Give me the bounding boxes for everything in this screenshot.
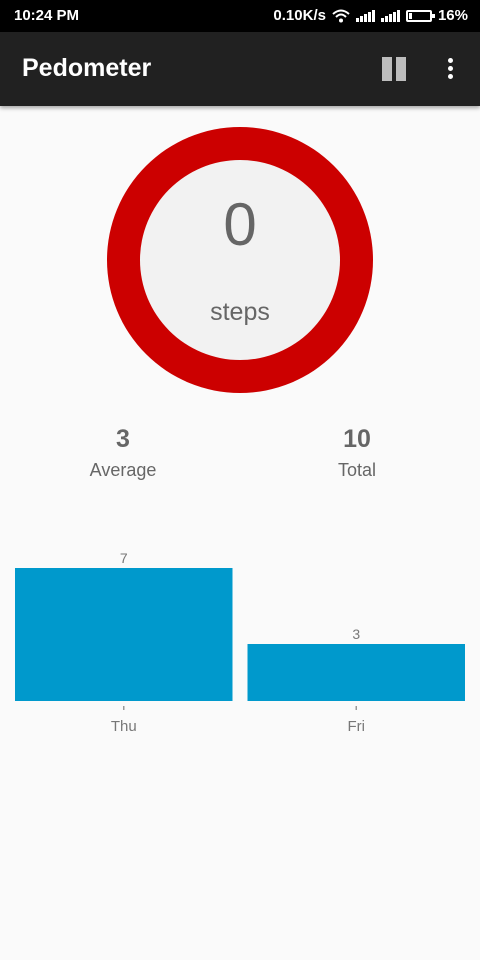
battery-icon bbox=[405, 9, 435, 22]
daily-steps-chart: 7 Thu 3 Fri bbox=[15, 550, 465, 735]
bar-value-label: 7 bbox=[120, 550, 128, 566]
signal-icon bbox=[355, 9, 375, 22]
bar-fri bbox=[247, 644, 465, 701]
average-stat: 3 Average bbox=[23, 425, 223, 481]
steps-ring-center: 0 steps bbox=[140, 160, 340, 360]
x-tick-label: Fri bbox=[348, 718, 366, 735]
pause-icon[interactable] bbox=[376, 54, 412, 84]
x-tick-label: Thu bbox=[111, 718, 137, 735]
wifi-icon bbox=[332, 9, 350, 22]
battery-percent: 16% bbox=[437, 7, 468, 24]
app-title: Pedometer bbox=[22, 54, 152, 82]
more-vert-icon[interactable] bbox=[436, 52, 464, 86]
steps-unit: steps bbox=[210, 298, 270, 326]
status-icons: 0.10K/s 16% bbox=[273, 7, 468, 24]
signal-icon bbox=[380, 9, 400, 22]
status-time: 10:24 PM bbox=[14, 7, 80, 24]
total-stat: 10 Total bbox=[257, 425, 457, 481]
average-value: 3 bbox=[116, 425, 130, 453]
steps-ring: 0 steps bbox=[107, 127, 373, 393]
status-bar: 10:24 PM 0.10K/s 16% bbox=[0, 0, 480, 32]
steps-count: 0 bbox=[223, 191, 257, 258]
average-label: Average bbox=[89, 460, 157, 480]
total-label: Total bbox=[337, 460, 377, 480]
bar-thu bbox=[15, 568, 233, 701]
app-bar: Pedometer bbox=[0, 32, 480, 106]
total-value: 10 bbox=[343, 425, 371, 453]
bar-value-label: 3 bbox=[352, 626, 360, 642]
network-speed: 0.10K/s bbox=[273, 7, 326, 24]
